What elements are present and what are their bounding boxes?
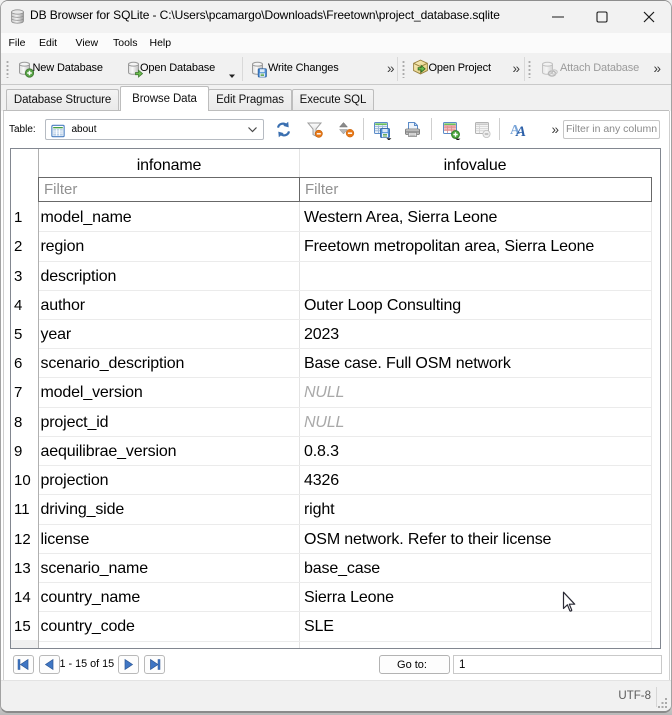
svg-text:A: A — [515, 124, 526, 138]
